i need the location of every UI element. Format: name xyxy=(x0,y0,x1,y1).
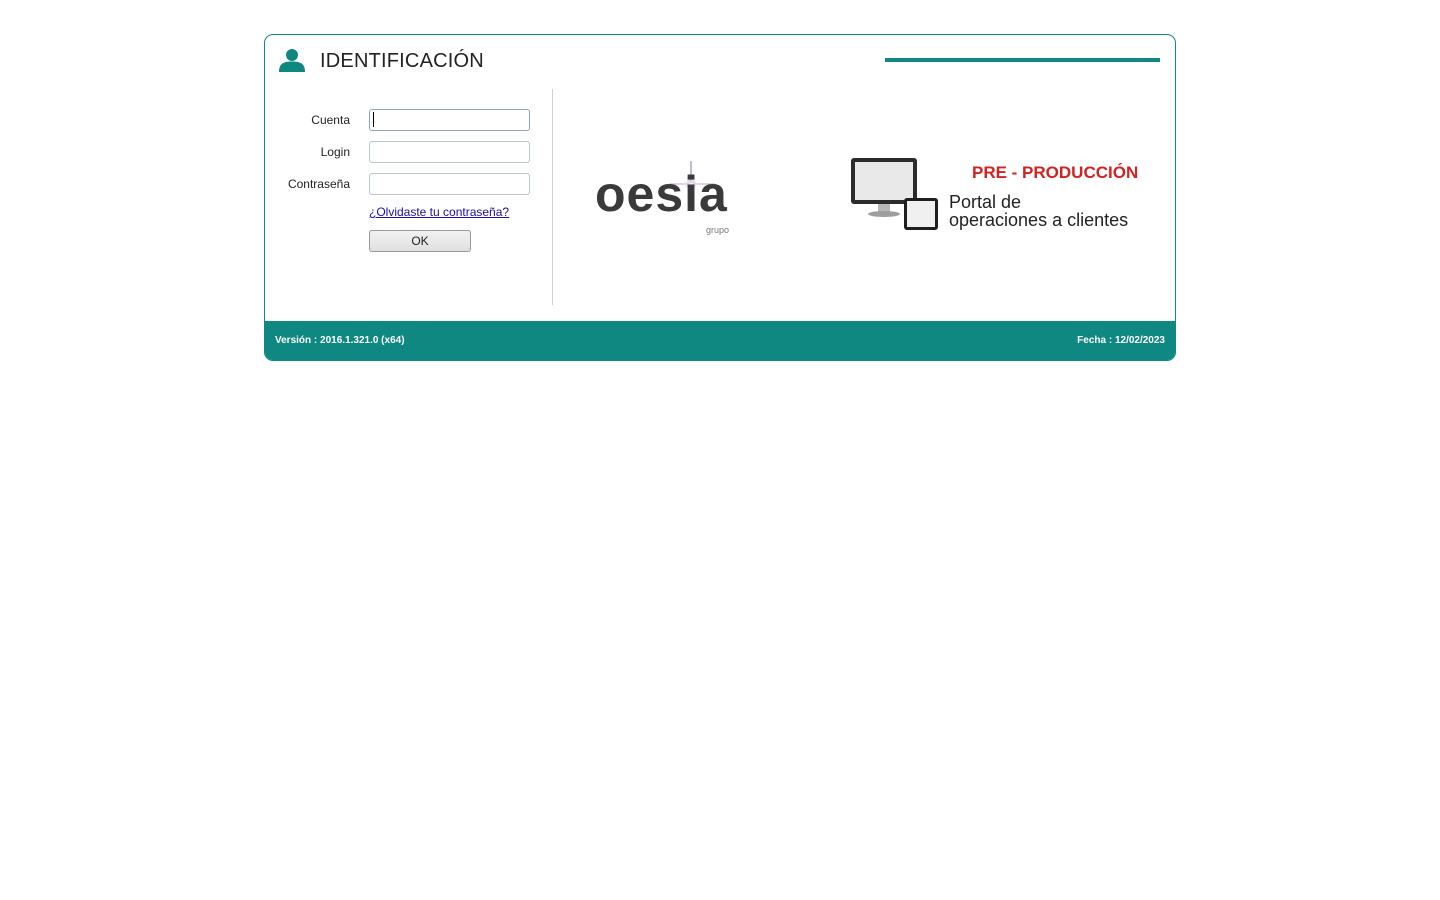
header-accent-bar xyxy=(885,58,1160,62)
password-label: Contraseña xyxy=(287,177,350,191)
portal-title-line-1: Portal de xyxy=(949,192,1022,212)
monitor-tablet-icon xyxy=(851,158,938,230)
logo-wordmark: oesia xyxy=(595,166,728,222)
forgot-password-link[interactable]: ¿Olvidaste tu contraseña? xyxy=(369,205,509,219)
text-caret xyxy=(373,112,374,127)
login-field[interactable] xyxy=(369,141,530,163)
page-title: IDENTIFICACIÓN xyxy=(320,50,484,72)
date-text: Fecha : 12/02/2023 xyxy=(1077,335,1165,346)
version-text: Versión : 2016.1.321.0 (x64) xyxy=(275,335,405,346)
vertical-divider xyxy=(552,89,553,305)
login-form: Cuenta Login Contraseña ¿Olvidaste tu co… xyxy=(265,89,553,321)
oesia-logo: oesia grupo xyxy=(595,157,735,239)
panel-footer: Versión : 2016.1.321.0 (x64) Fecha : 12/… xyxy=(265,321,1175,360)
panel-header: IDENTIFICACIÓN xyxy=(265,35,1175,89)
account-label: Cuenta xyxy=(311,113,350,127)
user-icon xyxy=(279,49,305,72)
login-panel: IDENTIFICACIÓN Cuenta Login Contraseña ¿… xyxy=(264,34,1176,361)
portal-title-line-2: operaciones a clientes xyxy=(949,210,1129,230)
account-field[interactable] xyxy=(369,109,530,131)
login-label: Login xyxy=(320,145,350,159)
ok-button[interactable]: OK xyxy=(369,230,471,252)
environment-badge: PRE - PRODUCCIÓN xyxy=(972,163,1139,182)
portal-title: Portal de operaciones a clientes xyxy=(949,193,1128,229)
password-field[interactable] xyxy=(369,173,530,195)
logo-subtitle: grupo xyxy=(705,225,729,235)
